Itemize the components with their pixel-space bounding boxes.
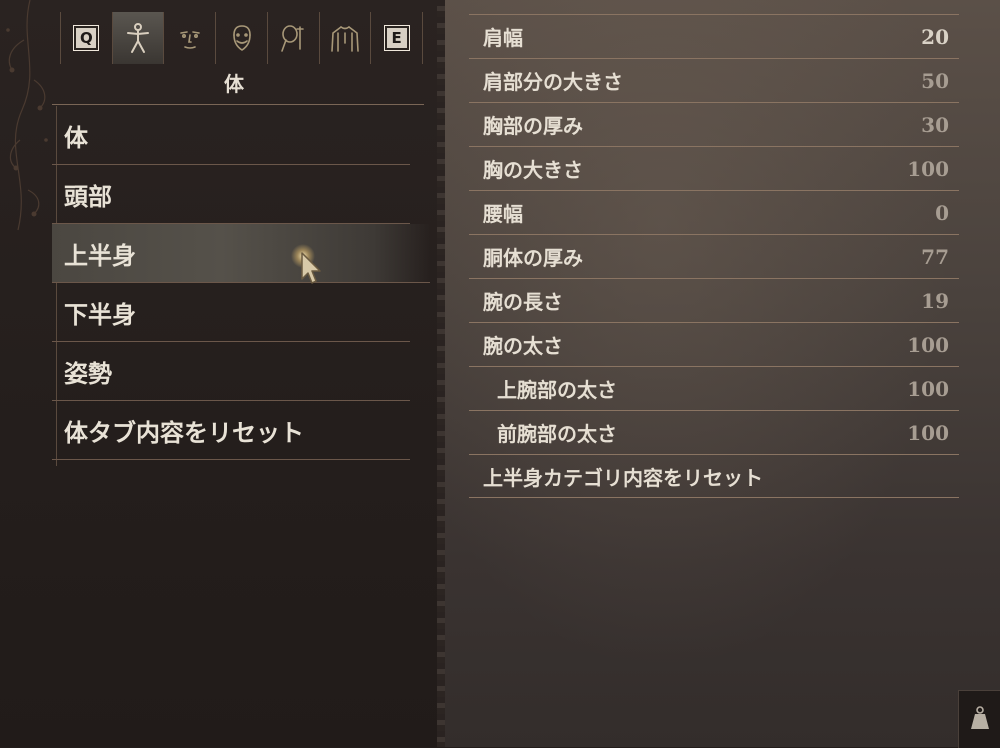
slider-chest-thickness[interactable]: 胸部の厚み 30: [469, 102, 959, 146]
parameter-panel: 肩幅 20 肩部分の大きさ 50 胸部の厚み 30 胸の大きさ 100 腰幅 0…: [437, 0, 1000, 747]
title-divider: [52, 104, 424, 105]
tab-body[interactable]: [112, 12, 165, 64]
q-key-badge: Q: [73, 25, 100, 51]
param-label: 肩部分の大きさ: [483, 70, 623, 94]
param-value: 30: [921, 112, 949, 137]
tab-head[interactable]: [216, 12, 268, 64]
param-value: 100: [907, 156, 949, 181]
category-label: 頭部: [64, 181, 112, 211]
param-value: 77: [921, 244, 949, 269]
e-key-badge: E: [383, 25, 410, 51]
category-item-posture[interactable]: 姿勢: [52, 342, 410, 401]
slider-forearm-thickness[interactable]: 前腕部の太さ 100: [469, 410, 959, 454]
mouse-cursor-icon: [291, 244, 321, 284]
category-item-lower-body[interactable]: 下半身: [52, 283, 410, 342]
param-label: 腕の長さ: [483, 290, 563, 314]
category-panel: Q E 体 体 頭部 上半身 下半身 姿勢 体タブ内容をリセット: [0, 0, 437, 747]
param-label: 胸部の厚み: [483, 114, 583, 138]
param-label: 上半身カテゴリ内容をリセット: [483, 465, 763, 490]
category-label: 体: [64, 122, 88, 152]
param-value: 50: [921, 68, 949, 93]
category-label: 下半身: [64, 299, 136, 329]
slider-chest-size[interactable]: 胸の大きさ 100: [469, 146, 959, 190]
param-label: 腕の太さ: [483, 334, 563, 358]
slider-shoulder-width[interactable]: 肩幅 20: [469, 14, 959, 58]
param-label: 上腕部の太さ: [497, 378, 617, 402]
tab-hair[interactable]: [268, 12, 320, 64]
param-value: 19: [921, 288, 949, 313]
param-label: 前腕部の太さ: [497, 422, 617, 446]
slider-torso-thickness[interactable]: 胴体の厚み 77: [469, 234, 959, 278]
tab-bar: Q E: [60, 12, 424, 64]
reset-body-tab-button[interactable]: 体タブ内容をリセット: [52, 401, 410, 460]
tab-title: 体: [224, 72, 244, 96]
face-icon: [179, 31, 200, 49]
tab-next-key[interactable]: E: [371, 12, 424, 64]
param-value: 100: [907, 420, 949, 445]
param-value: 0: [935, 200, 949, 225]
vine-ornament-icon: [6, 0, 48, 231]
head-beard-icon: [232, 25, 251, 51]
slider-arm-thickness[interactable]: 腕の太さ 100: [469, 322, 959, 366]
category-label: 姿勢: [64, 358, 112, 388]
body-figure-icon: [127, 23, 150, 53]
slider-waist-width[interactable]: 腰幅 0: [469, 190, 959, 234]
tab-torso[interactable]: [320, 12, 372, 64]
category-item-head[interactable]: 頭部: [52, 165, 410, 224]
reset-upper-body-button[interactable]: 上半身カテゴリ内容をリセット: [469, 454, 959, 498]
param-label: 胴体の厚み: [483, 246, 583, 270]
slider-arm-length[interactable]: 腕の長さ 19: [469, 278, 959, 322]
param-label: 肩幅: [483, 26, 523, 50]
param-value: 100: [907, 332, 949, 357]
hair-icon: [281, 25, 305, 52]
category-label: 体タブ内容をリセット: [64, 417, 304, 447]
slider-shoulder-size[interactable]: 肩部分の大きさ 50: [469, 58, 959, 102]
param-value: 100: [907, 376, 949, 401]
weight-icon: [971, 706, 989, 729]
category-item-body[interactable]: 体: [52, 106, 410, 165]
category-list: 体 頭部 上半身 下半身 姿勢 体タブ内容をリセット: [52, 106, 430, 460]
tab-face[interactable]: [164, 12, 217, 64]
corner-indicator: [958, 690, 1000, 748]
param-label: 胸の大きさ: [483, 158, 583, 182]
tab-prev-key[interactable]: Q: [60, 12, 113, 64]
param-label: 腰幅: [483, 202, 523, 226]
torso-icon: [331, 26, 359, 52]
slider-upper-arm-thickness[interactable]: 上腕部の太さ 100: [469, 366, 959, 410]
param-value: 20: [921, 24, 949, 49]
category-label: 上半身: [64, 240, 136, 270]
category-item-upper-body[interactable]: 上半身: [52, 224, 430, 283]
parameter-list: 肩幅 20 肩部分の大きさ 50 胸部の厚み 30 胸の大きさ 100 腰幅 0…: [469, 14, 959, 498]
